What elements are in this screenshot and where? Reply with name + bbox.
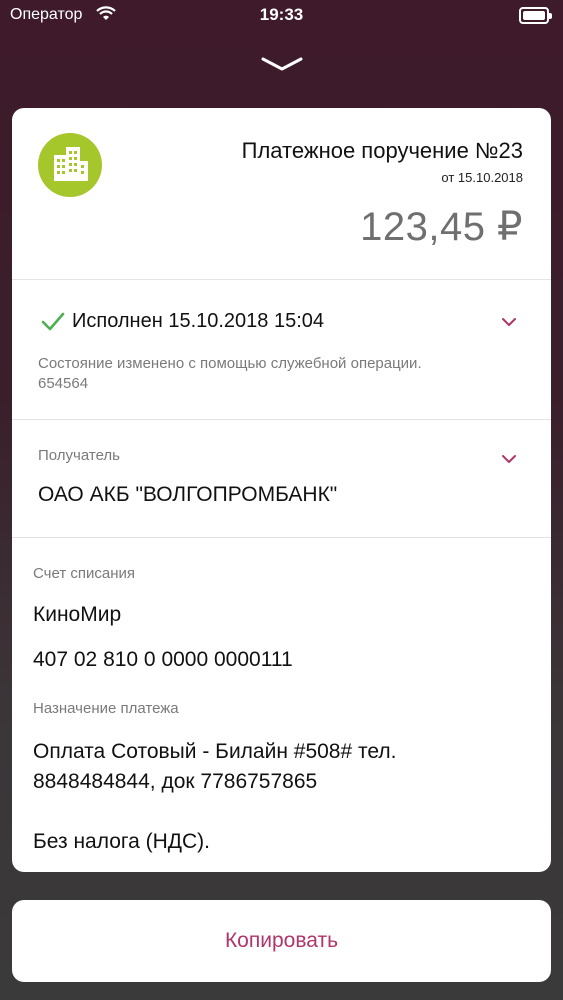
purpose-line: 8848484844, док 7786757865 — [33, 770, 318, 793]
debit-account-number: 407 02 810 0 0000 0000111 — [33, 648, 293, 671]
status-note: Состояние изменено с помощью служебной о… — [38, 355, 422, 392]
status-bar: Оператор 19:33 — [0, 0, 563, 32]
building-icon — [54, 147, 88, 181]
chevron-down-icon[interactable] — [259, 54, 305, 74]
copy-button[interactable]: Копировать — [12, 900, 551, 982]
payment-card: Платежное поручение №23 от 15.10.2018 12… — [12, 108, 551, 872]
payment-header: Платежное поручение №23 от 15.10.2018 12… — [12, 108, 551, 279]
purpose-text: Оплата Сотовый - Билайн #508# тел. 88484… — [33, 737, 533, 857]
details-section: Счет списания КиноМир 407 02 810 0 0000 … — [12, 537, 551, 872]
document-date: от 15.10.2018 — [441, 170, 523, 185]
recipient-value: ОАО АКБ "ВОЛГОПРОМБАНК" — [38, 483, 338, 506]
status-text: Исполнен 15.10.2018 15:04 — [72, 310, 325, 332]
purpose-line: Без налога (НДС). — [33, 830, 210, 853]
purpose-label: Назначение платежа — [33, 700, 179, 717]
battery-icon — [519, 7, 552, 24]
recipient-label: Получатель — [38, 447, 120, 464]
status-line: Исполнен 15.10.2018 15:04 — [40, 310, 324, 333]
recipient-section[interactable]: Получатель ОАО АКБ "ВОЛГОПРОМБАНК" — [12, 419, 551, 537]
checkmark-icon — [41, 312, 65, 330]
chevron-down-icon[interactable] — [501, 454, 517, 464]
purpose-line: Оплата Сотовый - Билайн #508# тел. — [33, 740, 397, 763]
clock: 19:33 — [259, 5, 304, 24]
company-logo — [38, 133, 102, 197]
debit-account-label: Счет списания — [33, 565, 135, 582]
chevron-down-icon[interactable] — [501, 317, 517, 327]
document-title: Платежное поручение №23 — [241, 138, 523, 163]
status-section[interactable]: Исполнен 15.10.2018 15:04 Состояние изме… — [12, 279, 551, 419]
debit-account-name: КиноМир — [33, 603, 122, 626]
payment-amount: 123,45 ₽ — [360, 205, 523, 249]
